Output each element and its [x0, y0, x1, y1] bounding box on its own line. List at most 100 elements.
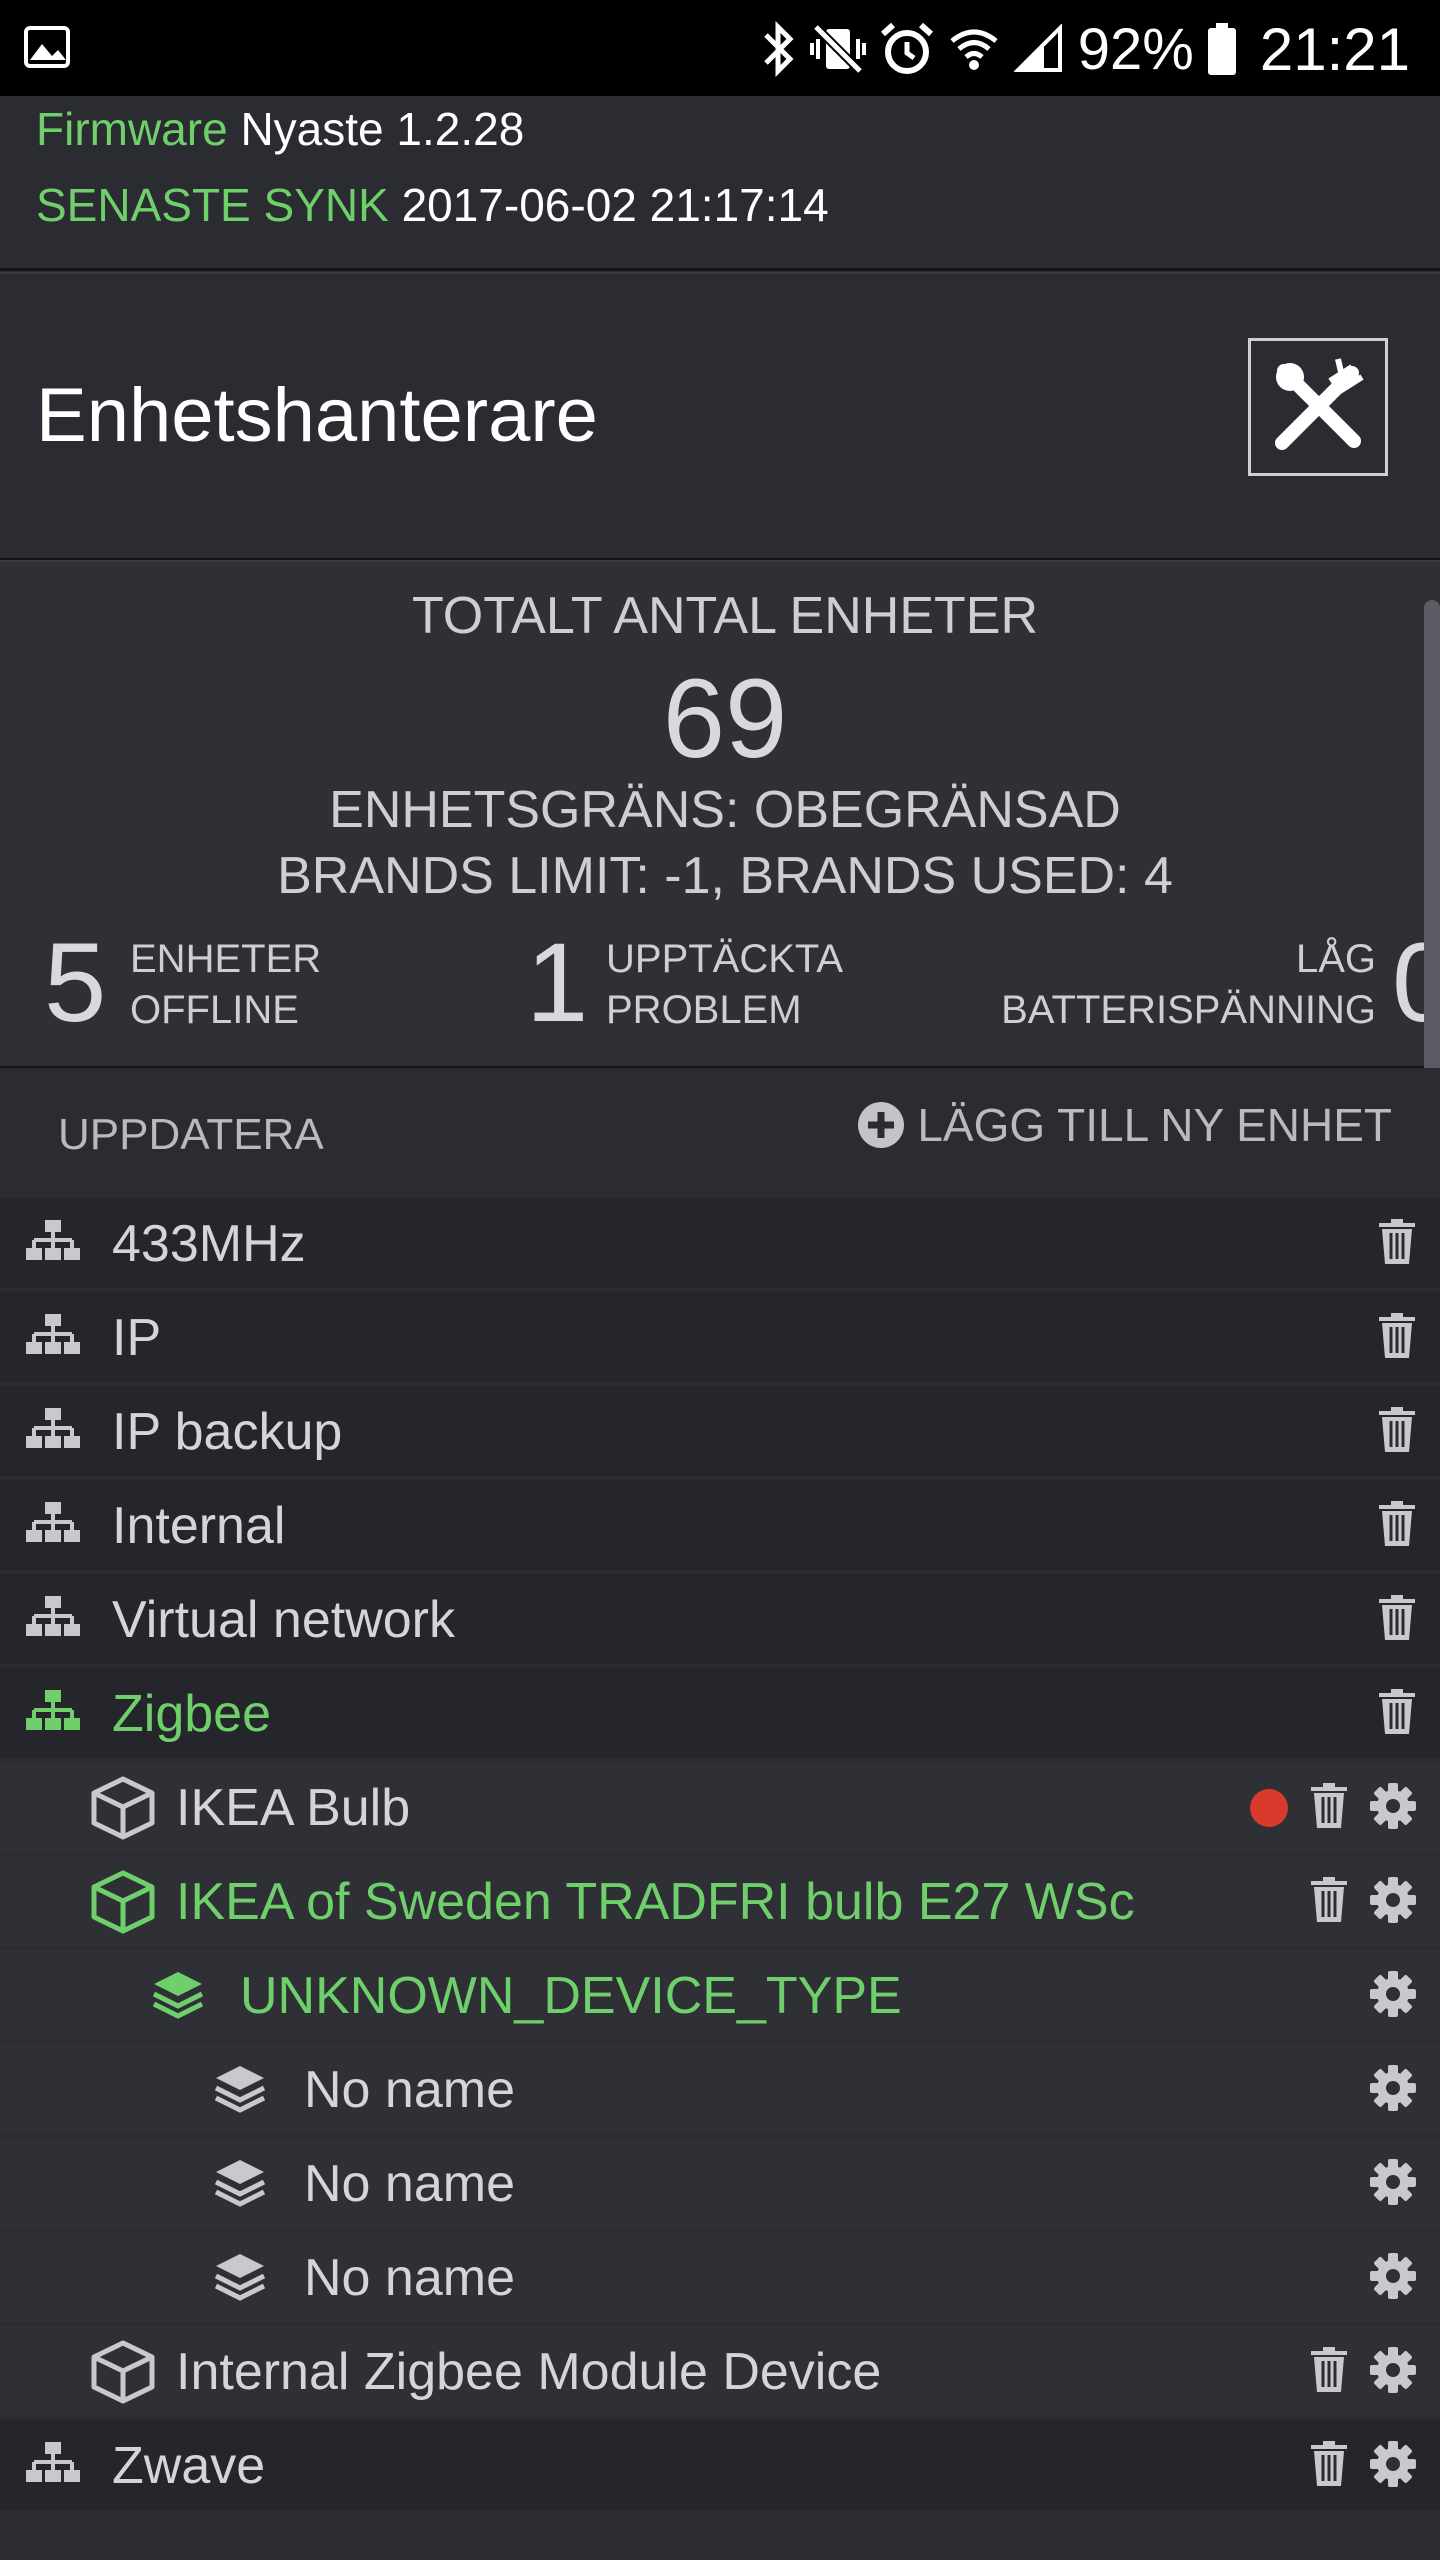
device-row[interactable]: UNKNOWN_DEVICE_TYPE: [0, 1950, 1440, 2042]
alarm-icon: [880, 22, 933, 74]
cube-icon: [90, 1776, 156, 1845]
total-devices-count: 69: [662, 656, 788, 781]
low-battery-label-line1: LÅG: [1295, 937, 1376, 981]
last-sync-value: 2017-06-02 21:17:14: [401, 179, 829, 231]
layers-icon: [214, 2158, 266, 2213]
row-label: Zwave: [112, 2437, 266, 2495]
firmware-label: Firmware: [36, 103, 228, 155]
battery-percent: 92%: [1077, 16, 1194, 82]
gear-icon[interactable]: [1370, 1970, 1416, 2022]
network-row[interactable]: Internal: [0, 1480, 1440, 1572]
row-label: IP: [112, 1309, 162, 1367]
gear-icon[interactable]: [1370, 2252, 1416, 2304]
plus-circle-icon: [858, 1102, 905, 1148]
gear-icon[interactable]: [1370, 2064, 1416, 2116]
row-label: Virtual network: [112, 1591, 455, 1649]
row-actions: [1378, 1292, 1416, 1384]
page-title: Enhetshanterare: [36, 373, 598, 458]
trash-icon[interactable]: [1378, 1594, 1416, 1646]
row-actions: [1370, 2044, 1416, 2136]
row-actions: [1310, 1856, 1416, 1948]
row-label: IKEA of Sweden TRADFRI bulb E27 WSc: [176, 1873, 1135, 1931]
row-label: IKEA Bulb: [176, 1779, 411, 1837]
firmware-panel: Firmware Nyaste 1.2.28 SENASTE SYNK 2017…: [0, 96, 1440, 271]
problems-count: 1: [526, 920, 589, 1045]
device-row[interactable]: No name: [0, 2232, 1440, 2324]
device-row[interactable]: IKEA Bulb: [0, 1762, 1440, 1854]
stats-panel: TOTALT ANTAL ENHETER 69 ENHETSGRÄNS: OBE…: [0, 560, 1440, 1069]
error-status-dot: [1250, 1789, 1288, 1827]
trash-icon[interactable]: [1378, 1218, 1416, 1270]
trash-icon[interactable]: [1310, 2440, 1348, 2492]
row-actions: [1378, 1668, 1416, 1760]
network-icon: [26, 1500, 80, 1557]
offline-label-line2: OFFLINE: [130, 988, 299, 1032]
row-actions: [1370, 2232, 1416, 2324]
row-label: No name: [304, 2061, 515, 2119]
low-battery-label: LÅG BATTERISPÄNNING: [1001, 934, 1376, 1036]
tools-icon: [1275, 358, 1364, 450]
row-actions: [1370, 1950, 1416, 2042]
low-battery-metric[interactable]: LÅG BATTERISPÄNNING 0: [990, 928, 1440, 1038]
network-icon: [26, 1406, 80, 1463]
add-device-button[interactable]: LÄGG TILL NY ENHET: [857, 1098, 1392, 1152]
offline-label-line1: ENHETER: [130, 937, 322, 981]
add-device-label: LÄGG TILL NY ENHET: [917, 1099, 1392, 1151]
row-label: Internal: [112, 1497, 286, 1555]
last-sync-label: SENASTE SYNK: [36, 179, 389, 231]
last-sync-row: SENASTE SYNK 2017-06-02 21:17:14: [36, 178, 829, 232]
problems-label-line2: PROBLEM: [606, 988, 802, 1032]
row-label: No name: [304, 2249, 515, 2307]
network-row[interactable]: Virtual network: [0, 1574, 1440, 1666]
row-actions: [1310, 2420, 1416, 2512]
gear-icon[interactable]: [1370, 1782, 1416, 1834]
network-row[interactable]: 433MHz: [0, 1198, 1440, 1290]
trash-icon[interactable]: [1378, 1312, 1416, 1364]
bluetooth-icon: [763, 21, 794, 77]
trash-icon[interactable]: [1378, 1688, 1416, 1740]
row-label: Zigbee: [112, 1685, 271, 1743]
network-icon: [26, 1688, 80, 1745]
layers-icon: [214, 2252, 266, 2307]
scrollbar[interactable]: [1424, 600, 1440, 1076]
problems-label-line1: UPPTÄCKTA: [606, 937, 844, 981]
trash-icon[interactable]: [1310, 1782, 1348, 1834]
low-battery-label-line2: BATTERISPÄNNING: [1001, 988, 1376, 1032]
firmware-row: Firmware Nyaste 1.2.28: [36, 102, 524, 156]
row-actions: [1378, 1574, 1416, 1666]
device-manager-header: Enhetshanterare: [0, 272, 1440, 561]
network-icon: [26, 1312, 80, 1369]
row-label: 433MHz: [112, 1215, 306, 1273]
clock: 21:21: [1259, 15, 1410, 83]
device-row[interactable]: No name: [0, 2138, 1440, 2230]
trash-icon[interactable]: [1378, 1406, 1416, 1458]
device-row[interactable]: IKEA of Sweden TRADFRI bulb E27 WSc: [0, 1856, 1440, 1948]
device-row[interactable]: No name: [0, 2044, 1440, 2136]
row-label: Internal Zigbee Module Device: [176, 2343, 882, 2401]
network-icon: [26, 2440, 80, 2497]
offline-count: 5: [44, 920, 107, 1045]
network-row[interactable]: IP: [0, 1292, 1440, 1384]
network-row[interactable]: Zigbee: [0, 1668, 1440, 1760]
row-actions: [1378, 1386, 1416, 1478]
offline-label: ENHETER OFFLINE: [130, 934, 321, 1036]
refresh-button[interactable]: UPPDATERA: [58, 1110, 324, 1160]
gear-icon[interactable]: [1370, 2346, 1416, 2398]
device-row[interactable]: Internal Zigbee Module Device: [0, 2326, 1440, 2418]
status-bar: 92% 21:21: [0, 0, 1440, 96]
cube-icon: [90, 2340, 156, 2409]
gear-icon[interactable]: [1370, 2158, 1416, 2210]
battery-icon: [1207, 23, 1236, 75]
gear-icon[interactable]: [1370, 1876, 1416, 1928]
signal-icon: [1013, 24, 1062, 72]
trash-icon[interactable]: [1310, 2346, 1348, 2398]
trash-icon[interactable]: [1310, 1876, 1348, 1928]
row-actions: [1310, 2326, 1416, 2418]
row-label: No name: [304, 2155, 515, 2213]
network-row[interactable]: IP backup: [0, 1386, 1440, 1478]
gear-icon[interactable]: [1370, 2440, 1416, 2492]
network-row[interactable]: Zwave: [0, 2420, 1440, 2512]
tools-button[interactable]: [1248, 338, 1388, 476]
cube-icon: [90, 1870, 156, 1939]
trash-icon[interactable]: [1378, 1500, 1416, 1552]
